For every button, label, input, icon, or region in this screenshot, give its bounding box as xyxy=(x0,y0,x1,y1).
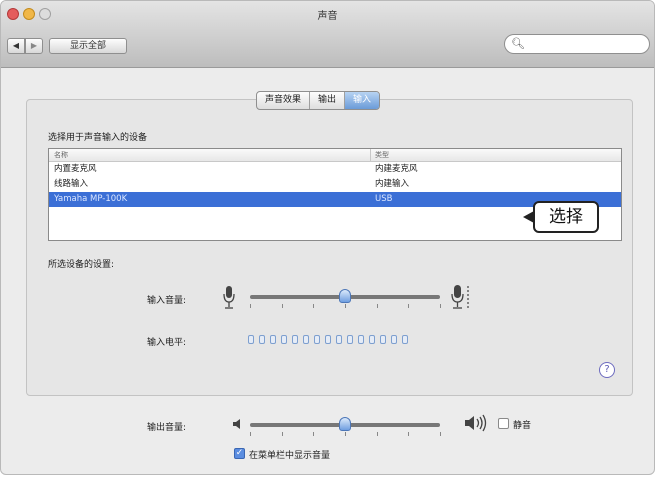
tab-bar: 声音效果 输出 输入 xyxy=(256,91,381,110)
show-volume-in-menubar-label: 在菜单栏中显示音量 xyxy=(249,451,331,461)
mute-label: 静音 xyxy=(513,421,532,431)
slider-tick xyxy=(313,304,315,308)
input-level-label: 输入电平: xyxy=(147,338,187,348)
output-volume-label: 输出音量: xyxy=(147,423,187,433)
device-type: 内建麦克风 xyxy=(375,164,418,174)
output-volume-slider-knob[interactable] xyxy=(339,417,351,431)
column-header-name[interactable]: 名称 xyxy=(54,149,68,161)
level-segment xyxy=(380,335,386,344)
search-icon: 🔍︎ xyxy=(511,37,525,50)
level-segment xyxy=(391,335,397,344)
mic-high-icon xyxy=(450,284,474,315)
help-button[interactable]: ? xyxy=(599,362,615,378)
input-volume-slider-knob[interactable] xyxy=(339,289,351,303)
slider-tick xyxy=(281,304,283,308)
tab-output[interactable]: 输出 xyxy=(310,92,346,109)
search-field[interactable]: 🔍︎ xyxy=(504,34,650,54)
device-settings-heading: 所选设备的设置: xyxy=(48,260,115,270)
content-panel xyxy=(26,99,633,396)
back-button[interactable]: ◀ xyxy=(7,38,25,54)
mute-checkbox[interactable] xyxy=(498,418,509,429)
output-volume-slider[interactable] xyxy=(250,417,441,436)
level-segment xyxy=(358,335,364,344)
search-input[interactable] xyxy=(525,37,647,53)
level-segment xyxy=(303,335,309,344)
table-row-line-in[interactable]: 线路输入 内建输入 xyxy=(49,177,621,192)
device-type: USB xyxy=(375,194,393,204)
level-segment xyxy=(336,335,342,344)
slider-tick xyxy=(376,432,378,436)
forward-button[interactable]: ▶ xyxy=(25,38,43,54)
level-segment xyxy=(281,335,287,344)
slider-tick xyxy=(408,432,410,436)
level-segment xyxy=(369,335,375,344)
level-segment xyxy=(248,335,254,344)
show-all-button[interactable]: 显示全部 xyxy=(49,38,127,54)
window-title: 声音 xyxy=(317,11,338,22)
device-type: 内建输入 xyxy=(375,179,410,189)
column-divider xyxy=(370,149,371,161)
speaker-low-icon xyxy=(232,418,244,433)
show-volume-in-menubar-checkbox[interactable]: ✓ xyxy=(234,448,245,459)
device-list-heading: 选择用于声音输入的设备 xyxy=(48,133,148,143)
tab-input[interactable]: 输入 xyxy=(345,92,380,109)
device-name: 内置麦克风 xyxy=(54,164,97,174)
input-level-meter xyxy=(248,335,408,344)
table-header: 名称 类型 xyxy=(49,149,621,162)
sound-preferences-window: 声音 ◀ ▶ 显示全部 🔍︎ 声音效果 输出 输入 选择用于声音输入的设备 名称… xyxy=(0,0,655,475)
level-segment xyxy=(314,335,320,344)
speaker-high-icon xyxy=(464,414,488,435)
slider-tick xyxy=(376,304,378,308)
slider-tick xyxy=(250,304,251,308)
device-name: 线路输入 xyxy=(54,179,89,189)
slider-tick xyxy=(281,432,283,436)
level-segment xyxy=(292,335,298,344)
input-volume-slider[interactable] xyxy=(250,289,441,308)
title-bar: 声音 ◀ ▶ 显示全部 🔍︎ xyxy=(1,1,654,68)
input-volume-label: 输入音量: xyxy=(147,296,187,306)
slider-tick xyxy=(345,304,346,308)
tab-sound-effects[interactable]: 声音效果 xyxy=(257,92,311,109)
slider-tick xyxy=(408,304,410,308)
level-segment xyxy=(347,335,353,344)
slider-tick xyxy=(345,432,346,436)
mic-low-icon xyxy=(222,285,236,314)
device-name: Yamaha MP-100K xyxy=(54,194,128,204)
level-segment xyxy=(325,335,331,344)
level-segment xyxy=(270,335,276,344)
slider-tick xyxy=(440,304,441,308)
slider-tick xyxy=(440,432,441,436)
annotation-callout: 选择 xyxy=(533,201,599,233)
column-header-type[interactable]: 类型 xyxy=(375,149,389,161)
table-row-builtin-mic[interactable]: 内置麦克风 内建麦克风 xyxy=(49,162,621,177)
level-segment xyxy=(402,335,408,344)
level-segment xyxy=(259,335,265,344)
slider-tick xyxy=(313,432,315,436)
slider-tick xyxy=(250,432,251,436)
